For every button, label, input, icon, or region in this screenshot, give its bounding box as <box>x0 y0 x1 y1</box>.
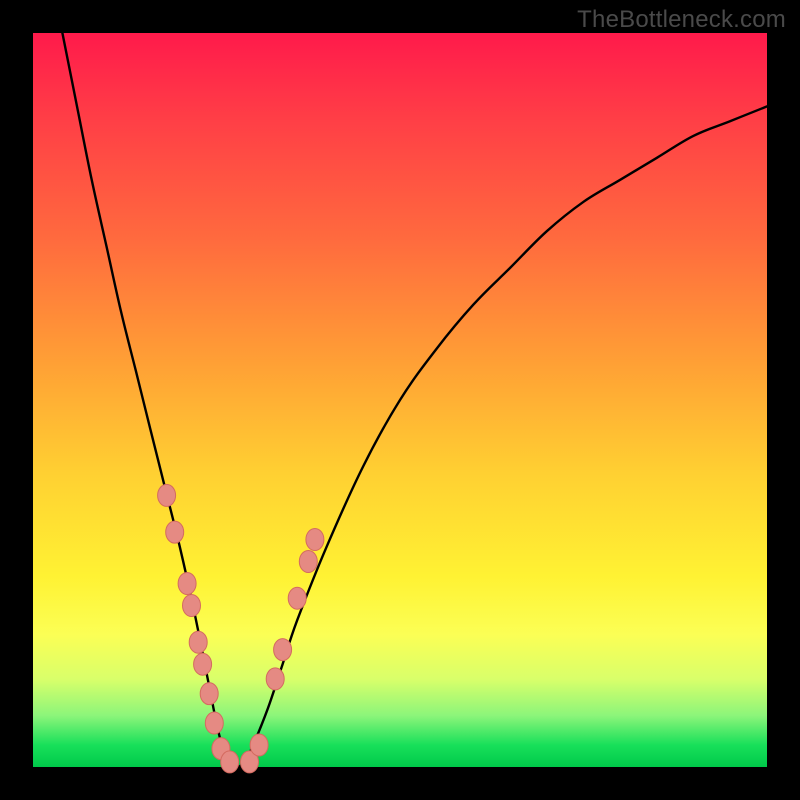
curve-marker <box>306 529 324 551</box>
watermark-text: TheBottleneck.com <box>577 6 786 34</box>
curve-marker <box>288 587 306 609</box>
curve-marker <box>166 521 184 543</box>
curve-marker <box>178 573 196 595</box>
curve-marker <box>194 653 212 675</box>
curve-marker <box>221 751 239 773</box>
curve-marker <box>158 484 176 506</box>
curve-marker <box>205 712 223 734</box>
curve-marker <box>183 595 201 617</box>
curve-marker <box>189 631 207 653</box>
chart-frame: TheBottleneck.com <box>0 0 800 800</box>
curve-svg <box>33 33 767 767</box>
marker-group <box>158 484 324 773</box>
curve-marker <box>200 683 218 705</box>
curve-marker <box>266 668 284 690</box>
curve-marker <box>299 551 317 573</box>
bottleneck-curve <box>62 33 767 769</box>
curve-marker <box>250 734 268 756</box>
curve-marker <box>274 639 292 661</box>
plot-area <box>33 33 767 767</box>
